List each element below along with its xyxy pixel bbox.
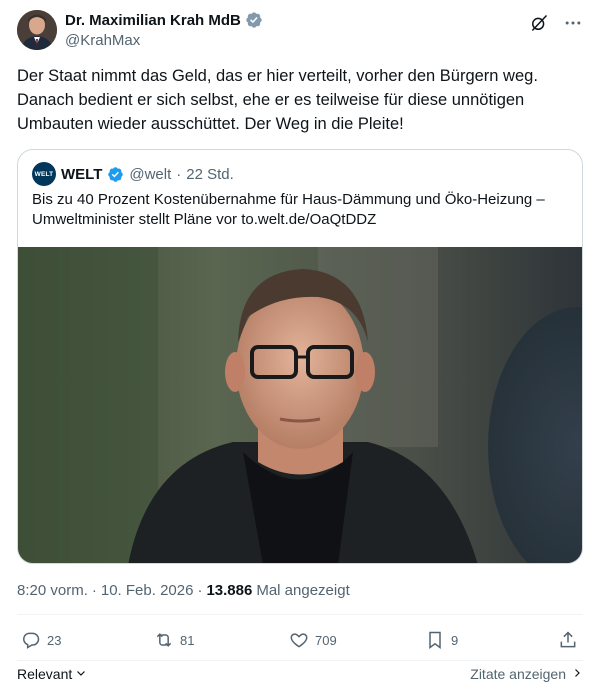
bookmark-count: 9	[451, 632, 459, 648]
author-info: Dr. Maximilian Krah MdB @KrahMax	[65, 11, 263, 49]
separator-dot: ·	[91, 582, 97, 599]
bookmark-button[interactable]: 9	[425, 630, 458, 650]
reply-icon	[21, 630, 41, 650]
view-quotes-label: Zitate anzeigen	[470, 666, 566, 682]
avatar[interactable]	[17, 10, 57, 50]
heart-icon	[289, 630, 309, 650]
chevron-down-icon	[75, 666, 87, 682]
quoted-author-name: WELT	[61, 165, 103, 183]
welt-avatar: WELT	[32, 162, 56, 186]
chevron-right-icon	[571, 666, 583, 682]
divider	[17, 660, 583, 661]
sort-dropdown[interactable]: Relevant	[17, 666, 87, 682]
tweet-date[interactable]: 10. Feb. 2026	[101, 582, 194, 599]
tweet-meta: 8:20 vorm. · 10. Feb. 2026 · 13.886 Mal …	[17, 582, 350, 599]
tweet-text: Der Staat nimmt das Geld, das er hier ve…	[17, 67, 543, 133]
bookmark-icon	[425, 630, 445, 650]
share-icon	[558, 630, 578, 650]
quoted-tweet-header: WELT WELT @welt · 22 Std.	[32, 162, 234, 186]
reply-count: 23	[47, 632, 62, 648]
repost-button[interactable]: 81	[154, 630, 194, 650]
repost-count: 81	[180, 632, 195, 648]
like-button[interactable]: 709	[289, 630, 337, 650]
quoted-timestamp: 22 Std.	[186, 165, 234, 183]
tweet-header: Dr. Maximilian Krah MdB @KrahMax	[17, 10, 583, 52]
header-actions	[529, 13, 583, 38]
verified-badge-icon	[107, 166, 124, 183]
replies-footer: Relevant Zitate anzeigen	[17, 664, 583, 686]
view-quotes-link[interactable]: Zitate anzeigen	[470, 666, 583, 682]
quoted-author-handle: @welt	[129, 165, 172, 183]
grok-icon[interactable]	[529, 13, 549, 38]
more-options-icon[interactable]	[563, 13, 583, 38]
quoted-tweet-photo[interactable]	[18, 247, 582, 563]
separator-dot: ·	[176, 165, 182, 183]
reply-button[interactable]: 23	[21, 630, 61, 650]
repost-icon	[154, 630, 174, 650]
tweet-time[interactable]: 8:20 vorm.	[17, 582, 88, 599]
sort-label: Relevant	[17, 666, 73, 682]
quoted-tweet-text: Bis zu 40 Prozent Kostenübernahme für Ha…	[32, 191, 545, 228]
share-button[interactable]	[558, 630, 578, 650]
author-handle[interactable]: @KrahMax	[65, 32, 263, 49]
view-count: 13.886	[206, 582, 253, 599]
author-name[interactable]: Dr. Maximilian Krah MdB	[65, 12, 241, 29]
like-count: 709	[315, 632, 337, 648]
quoted-tweet[interactable]: WELT WELT @welt · 22 Std. Bis zu 40 Proz…	[17, 149, 583, 564]
verified-badge-icon	[245, 11, 263, 29]
view-count-label: Mal angezeigt	[256, 582, 350, 599]
divider	[17, 614, 583, 615]
separator-dot: ·	[197, 582, 203, 599]
tweet-actions: 23 81 709 9	[17, 630, 583, 656]
